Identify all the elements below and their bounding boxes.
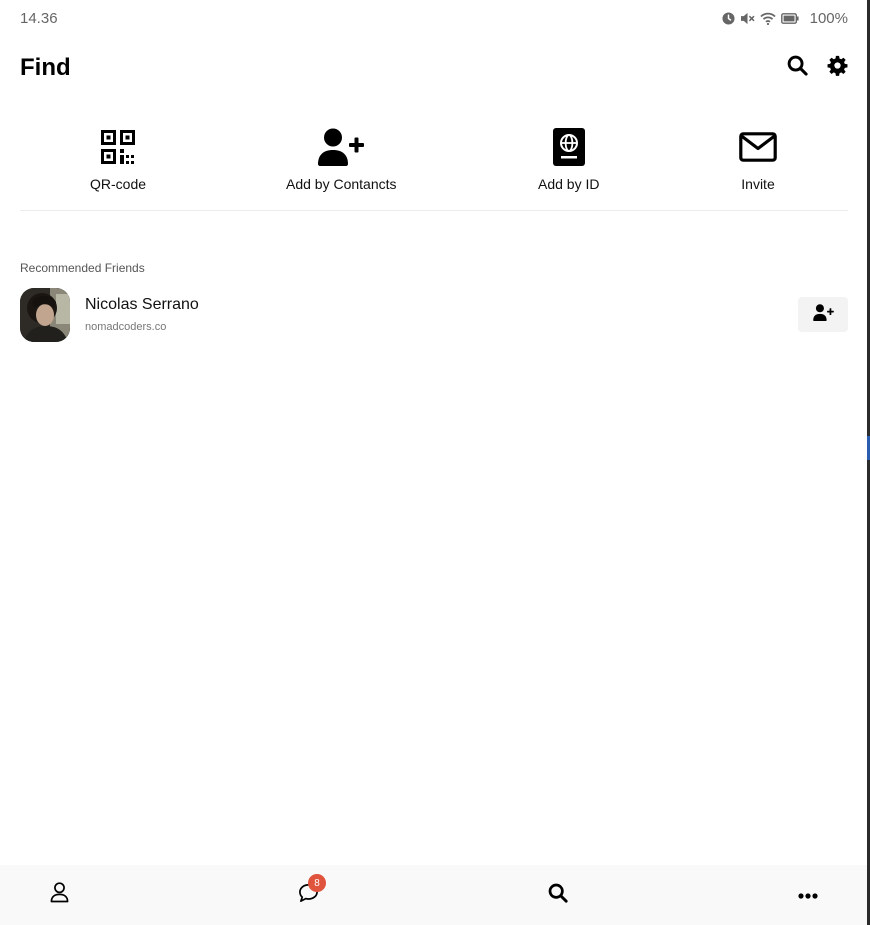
mute-icon <box>740 12 755 25</box>
invite-label: Invite <box>741 176 775 192</box>
battery-icon <box>780 13 799 24</box>
add-by-id-action[interactable]: Add by ID <box>538 126 599 192</box>
add-by-contacts-label: Add by Contancts <box>286 176 397 192</box>
avatar <box>20 288 70 342</box>
header-settings-button[interactable] <box>826 55 848 81</box>
section-divider <box>20 210 848 211</box>
invite-action[interactable]: Invite <box>739 126 777 192</box>
qr-code-icon <box>101 126 136 168</box>
passport-icon <box>552 126 585 168</box>
alarm-icon <box>722 12 735 25</box>
bottom-navigation: 8 <box>0 865 867 925</box>
friend-subtitle: nomadcoders.co <box>85 321 167 333</box>
status-icons: 100% <box>722 10 848 27</box>
add-by-contacts-action[interactable]: Add by Contancts <box>286 126 397 192</box>
add-by-id-label: Add by ID <box>538 176 600 192</box>
envelope-icon <box>739 126 777 168</box>
wifi-icon <box>759 12 776 25</box>
nav-more-tab[interactable] <box>796 883 820 907</box>
status-bar: 14.36 100% <box>0 0 867 38</box>
more-icon <box>798 886 818 904</box>
friend-name: Nicolas Serrano <box>85 296 199 313</box>
page-title: Find <box>20 54 71 81</box>
quick-actions: QR-code Add by Contancts Add by ID Invit… <box>20 126 848 210</box>
header-search-button[interactable] <box>786 55 808 81</box>
status-time: 14.36 <box>20 10 58 27</box>
qr-code-action[interactable]: QR-code <box>90 126 146 192</box>
search-icon <box>787 55 808 81</box>
nav-friends-tab[interactable] <box>47 882 71 908</box>
add-friend-button[interactable] <box>798 297 848 332</box>
add-user-icon <box>812 303 834 326</box>
nav-chats-tab[interactable]: 8 <box>296 874 326 907</box>
unread-badge: 8 <box>308 874 326 892</box>
find-screen: 14.36 100% Find QR-code Add by Contancts… <box>0 0 870 925</box>
nav-find-tab[interactable] <box>546 883 570 907</box>
search-icon <box>548 883 568 908</box>
header-actions <box>786 55 848 81</box>
user-icon <box>50 882 69 908</box>
gear-icon <box>827 55 848 81</box>
add-user-icon <box>318 126 365 168</box>
battery-percent: 100% <box>809 10 848 27</box>
qr-code-label: QR-code <box>90 176 147 192</box>
recommended-friends-heading: Recommended Friends <box>20 261 145 275</box>
friend-list-item[interactable]: Nicolas Serrano nomadcoders.co <box>20 288 848 342</box>
